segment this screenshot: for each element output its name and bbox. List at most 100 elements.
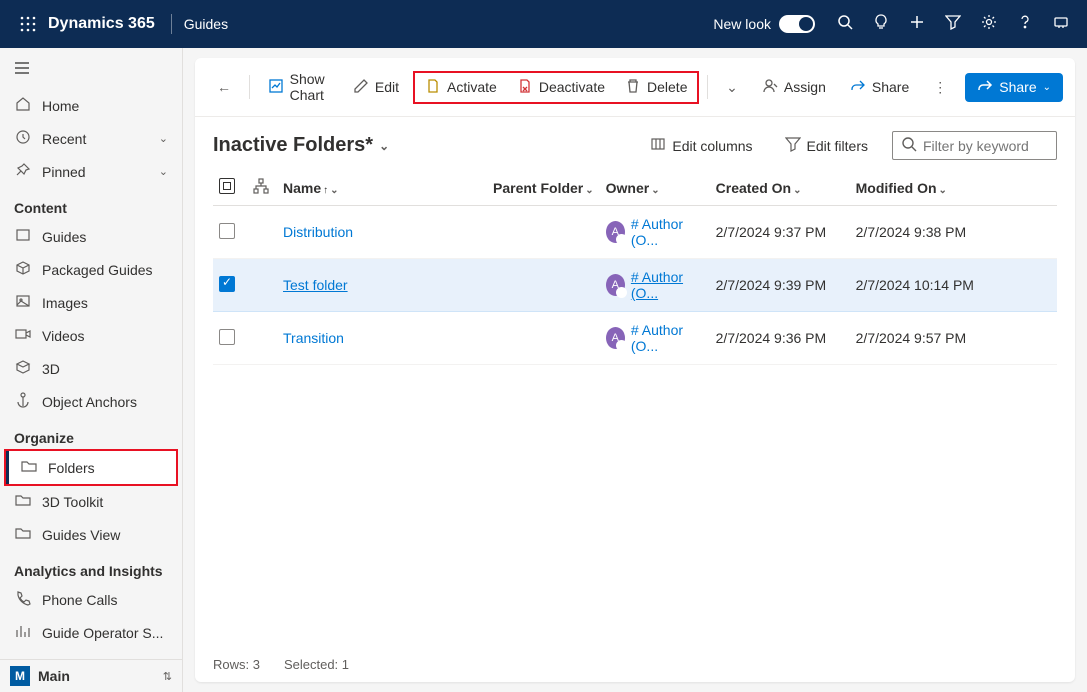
- hierarchy-icon[interactable]: [253, 181, 269, 197]
- share-icon: [977, 78, 993, 97]
- deactivate-button[interactable]: Deactivate: [507, 73, 615, 102]
- overflow-button[interactable]: ⋮: [923, 74, 957, 101]
- section-organize: Organize: [0, 418, 182, 450]
- edit-filters-button[interactable]: Edit filters: [777, 131, 876, 160]
- nav-folders[interactable]: Folders: [6, 451, 176, 484]
- col-parent[interactable]: Parent Folder⌄: [487, 170, 600, 206]
- nav-recent[interactable]: Recent ⌄: [0, 122, 182, 155]
- avatar: A: [606, 327, 625, 349]
- app-launcher-icon[interactable]: [8, 16, 48, 32]
- chevron-down-icon: ⌄: [379, 139, 389, 153]
- row-checkbox[interactable]: [219, 276, 235, 292]
- data-grid: Name↑⌄ Parent Folder⌄ Owner⌄ Created On⌄…: [195, 170, 1075, 647]
- select-all-checkbox[interactable]: [219, 178, 235, 194]
- table-row[interactable]: Test folderA# Author (O...2/7/2024 9:39 …: [213, 259, 1057, 312]
- assistant-icon[interactable]: [1043, 14, 1079, 35]
- area-picker[interactable]: M Main ⇅: [0, 659, 182, 692]
- command-bar: ← Show Chart Edit Activate Deactivate De…: [195, 58, 1075, 117]
- nav-videos[interactable]: Videos: [0, 319, 182, 352]
- modified-on: 2/7/2024 10:14 PM: [850, 259, 1057, 312]
- nav-guides-view[interactable]: Guides View: [0, 518, 182, 551]
- nav-home[interactable]: Home: [0, 89, 182, 122]
- nav-guides[interactable]: Guides: [0, 220, 182, 253]
- chevron-down-icon: ⌄: [651, 185, 659, 196]
- updown-icon: ⇅: [163, 670, 172, 683]
- toggle-icon[interactable]: [779, 15, 815, 33]
- nav-3d[interactable]: 3D: [0, 352, 182, 385]
- nav-guide-operator[interactable]: Guide Operator S...: [0, 616, 182, 649]
- nav-label: 3D Toolkit: [42, 494, 103, 510]
- owner-link[interactable]: # Author (O...: [631, 216, 704, 248]
- search-icon: [901, 136, 917, 155]
- nav-3d-toolkit[interactable]: 3D Toolkit: [0, 485, 182, 518]
- filter-icon: [785, 136, 801, 155]
- assign-button[interactable]: Assign: [752, 73, 836, 102]
- row-checkbox[interactable]: [219, 223, 235, 239]
- nav-pinned[interactable]: Pinned ⌄: [0, 155, 182, 188]
- col-modified[interactable]: Modified On⌄: [850, 170, 1057, 206]
- record-name-link[interactable]: Transition: [283, 330, 344, 346]
- nav-label: Folders: [48, 460, 95, 476]
- share-primary-button[interactable]: Share⌄: [965, 73, 1063, 102]
- grid-footer: Rows: 3 Selected: 1: [195, 647, 1075, 682]
- avatar: A: [606, 221, 625, 243]
- back-button[interactable]: ←: [207, 74, 241, 100]
- filter-icon[interactable]: [935, 14, 971, 35]
- trash-icon: [625, 78, 641, 97]
- chevron-down-icon: ⌄: [159, 165, 168, 178]
- nav-object-anchors[interactable]: Object Anchors: [0, 385, 182, 418]
- more-icon: ⋮: [933, 79, 947, 96]
- cmd-label: Show Chart: [290, 71, 329, 103]
- created-on: 2/7/2024 9:36 PM: [710, 312, 850, 365]
- edit-columns-button[interactable]: Edit columns: [642, 131, 760, 160]
- nav-phone-calls[interactable]: Phone Calls: [0, 583, 182, 616]
- nav-packaged-guides[interactable]: Packaged Guides: [0, 253, 182, 286]
- view-header: Inactive Folders* ⌄ Edit columns Edit fi…: [195, 117, 1075, 170]
- nav-label: Videos: [42, 328, 85, 344]
- nav-images[interactable]: Images: [0, 286, 182, 319]
- area-badge: M: [10, 666, 30, 686]
- show-chart-button[interactable]: Show Chart: [258, 66, 339, 108]
- chevron-down-icon: ⌄: [726, 79, 738, 96]
- owner-link[interactable]: # Author (O...: [631, 269, 704, 301]
- search-icon[interactable]: [827, 14, 863, 35]
- chevron-down-icon: ⌄: [159, 132, 168, 145]
- label: Edit filters: [807, 138, 868, 154]
- keyword-filter[interactable]: [892, 131, 1057, 160]
- row-checkbox[interactable]: [219, 329, 235, 345]
- col-owner[interactable]: Owner⌄: [600, 170, 710, 206]
- delete-button[interactable]: Delete: [615, 73, 697, 102]
- col-name[interactable]: Name↑⌄: [277, 170, 487, 206]
- owner-link[interactable]: # Author (O...: [631, 322, 704, 354]
- phone-icon: [14, 590, 32, 609]
- sort-asc-icon: ↑: [323, 185, 328, 196]
- nav-label: Recent: [42, 131, 86, 147]
- record-name-link[interactable]: Test folder: [283, 277, 348, 293]
- cmd-label: Activate: [447, 79, 497, 95]
- table-row[interactable]: Transition A # Author (O...2/7/2024 9:36 P…: [213, 312, 1057, 365]
- col-created[interactable]: Created On⌄: [710, 170, 850, 206]
- chevron-down-button[interactable]: ⌄: [716, 74, 748, 101]
- share-button[interactable]: Share: [840, 73, 919, 102]
- hamburger-icon[interactable]: [0, 56, 182, 89]
- gear-icon[interactable]: [971, 14, 1007, 35]
- nav-label: 3D: [42, 361, 60, 377]
- app-name: Guides: [184, 16, 228, 32]
- lightbulb-icon[interactable]: [863, 14, 899, 35]
- nav-label: Guides View: [42, 527, 120, 543]
- back-icon: ←: [217, 79, 231, 95]
- add-icon[interactable]: [899, 14, 935, 35]
- chevron-down-icon: ⌄: [585, 185, 593, 196]
- new-look-toggle[interactable]: New look: [713, 15, 815, 33]
- highlight-activate-deactivate-delete: Activate Deactivate Delete: [413, 71, 699, 104]
- clock-icon: [14, 129, 32, 148]
- table-row[interactable]: DistributionA# Author (O...2/7/2024 9:37…: [213, 206, 1057, 259]
- edit-button[interactable]: Edit: [343, 73, 409, 102]
- filter-input[interactable]: [923, 138, 1048, 154]
- record-name-link[interactable]: Distribution: [283, 224, 353, 240]
- view-selector[interactable]: Inactive Folders* ⌄: [213, 134, 389, 157]
- sheet-x-icon: [517, 78, 533, 97]
- help-icon[interactable]: [1007, 14, 1043, 35]
- activate-button[interactable]: Activate: [415, 73, 507, 102]
- modified-on: 2/7/2024 9:38 PM: [850, 206, 1057, 259]
